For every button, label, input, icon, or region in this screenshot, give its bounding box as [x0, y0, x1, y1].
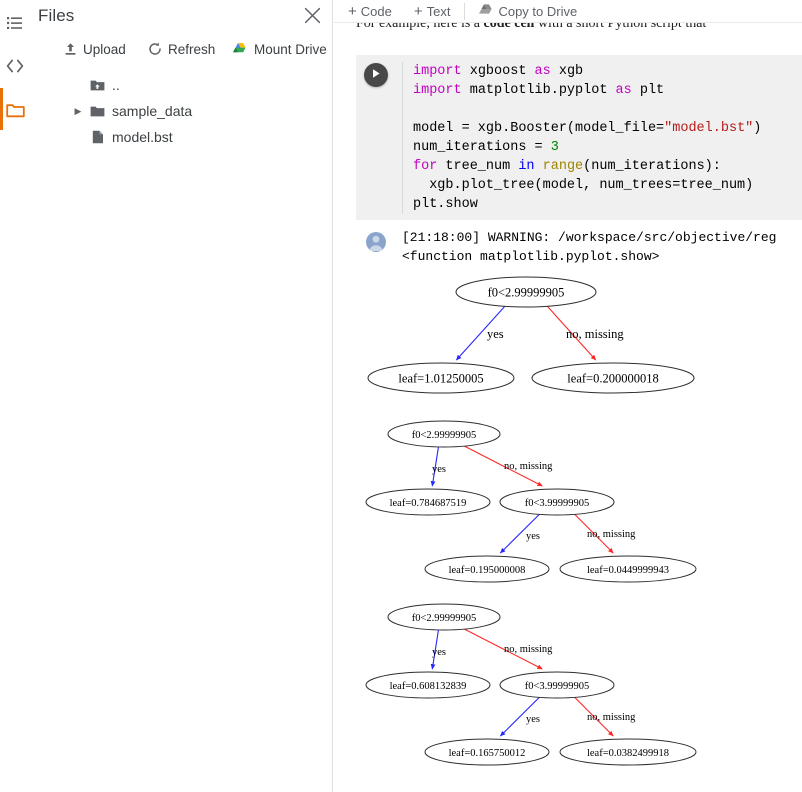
tree-edge-label: no, missing — [566, 327, 624, 341]
toolbar-divider — [464, 3, 465, 20]
tree-node-label: leaf=0.0382499918 — [587, 748, 669, 759]
files-panel-header: Files — [30, 0, 333, 42]
file-tree: .. ▶ sample_data model.bst — [30, 72, 333, 150]
rail-item-toc[interactable] — [0, 8, 30, 38]
add-code-cell-button[interactable]: + Code — [344, 1, 396, 21]
tree-edge-label: yes — [432, 647, 446, 658]
tree-node-label: f0<2.99999905 — [412, 613, 477, 624]
tree-leaf-node: leaf=0.0382499918 — [560, 739, 696, 765]
tree-node-label: f0<3.99999905 — [525, 681, 590, 692]
tree-leaf-node: leaf=0.200000018 — [532, 363, 694, 393]
add-text-cell-button[interactable]: + Text — [410, 1, 455, 21]
run-cell-button[interactable] — [364, 63, 388, 87]
tree-edge-label: yes — [526, 714, 540, 725]
close-icon — [304, 7, 321, 29]
close-files-panel-button[interactable] — [299, 5, 325, 31]
file-tree-row-model-bst[interactable]: model.bst — [30, 124, 333, 150]
notebook-pane: + Code + Text Copy to Drive — [334, 0, 802, 792]
mount-drive-button[interactable]: Mount Drive — [233, 38, 327, 62]
tree-edge-label: no, missing — [504, 644, 553, 655]
plus-icon: + — [414, 4, 423, 19]
upload-label: Upload — [83, 43, 126, 57]
xgboost-tree-1: yes no, missing yes no, missing f0<2.9999990… — [356, 415, 802, 590]
tree-edge-label: yes — [432, 464, 446, 475]
files-panel: Files Upload — [30, 0, 333, 792]
tree-split-node: f0<2.99999905 — [388, 421, 500, 447]
tree-node-label: f0<2.99999905 — [488, 286, 565, 300]
left-icon-rail — [0, 0, 30, 792]
colab-window: Files Upload — [0, 0, 802, 792]
folder-icon — [6, 102, 25, 118]
tree-split-node: f0<2.99999905 — [456, 277, 596, 307]
tree-split-node: f0<2.99999905 — [388, 604, 500, 630]
notebook-toolbar: + Code + Text Copy to Drive — [334, 0, 802, 23]
tree-leaf-node: leaf=0.784687519 — [366, 489, 490, 515]
tree-leaf-node: leaf=1.01250005 — [368, 363, 514, 393]
add-text-label: Text — [427, 4, 451, 19]
tree-edge-label: no, missing — [504, 461, 553, 472]
output-text: [21:18:00] WARNING: /workspace/src/objec… — [402, 228, 802, 266]
tree-node-label: leaf=0.784687519 — [390, 498, 467, 509]
code-editor[interactable]: import xgboost as xgb import matplotlib.… — [402, 62, 802, 214]
user-avatar-icon — [366, 232, 386, 252]
copy-to-drive-label: Copy to Drive — [498, 4, 577, 19]
file-tree-label: sample_data — [112, 103, 192, 119]
tree-node-label: leaf=0.0449999943 — [587, 565, 669, 576]
rail-item-snippets[interactable] — [0, 51, 30, 81]
markdown-text-content: For example, here is a code cell with a … — [356, 23, 802, 32]
code-cell: import xgboost as xgb import matplotlib.… — [356, 55, 802, 220]
tree-edge-label: yes — [526, 531, 540, 542]
tree-edge-label: no, missing — [587, 712, 636, 723]
tree-leaf-node: leaf=0.165750012 — [425, 739, 549, 765]
list-icon — [7, 15, 23, 31]
folder-icon — [90, 105, 105, 118]
folder-up-icon — [90, 79, 105, 92]
files-toolbar: Upload Refresh — [30, 38, 333, 66]
tree-split-node: f0<3.99999905 — [500, 489, 614, 515]
files-panel-title: Files — [38, 6, 74, 26]
tree-split-node: f0<3.99999905 — [500, 672, 614, 698]
refresh-label: Refresh — [168, 43, 215, 57]
xgboost-tree-0: yes no, missing f0<2.99999905 leaf=1.012500… — [356, 272, 802, 407]
tree-node-label: leaf=0.165750012 — [449, 748, 526, 759]
copy-to-drive-button[interactable]: Copy to Drive — [475, 1, 581, 21]
file-tree-label: .. — [112, 77, 120, 93]
mount-drive-label: Mount Drive — [254, 43, 327, 57]
rail-item-files[interactable] — [0, 95, 30, 125]
refresh-button[interactable]: Refresh — [148, 38, 215, 62]
xgboost-tree-2: yes no, missing yes no, missing f0<2.9999990… — [356, 597, 802, 777]
tree-node-label: leaf=0.200000018 — [567, 372, 658, 386]
file-tree-label: model.bst — [112, 129, 173, 145]
upload-icon — [64, 42, 77, 59]
code-brackets-icon — [6, 59, 24, 73]
file-tree-row-sample-data[interactable]: ▶ sample_data — [30, 98, 333, 124]
upload-button[interactable]: Upload — [64, 38, 126, 62]
tree-leaf-node: leaf=0.195000008 — [425, 556, 549, 582]
google-drive-icon — [233, 42, 248, 59]
add-code-label: Code — [361, 4, 392, 19]
tree-edge-label: yes — [487, 327, 504, 341]
refresh-icon — [148, 42, 162, 59]
tree-node-label: f0<3.99999905 — [525, 498, 590, 509]
tree-node-label: leaf=1.01250005 — [398, 372, 483, 386]
chevron-right-icon[interactable]: ▶ — [72, 106, 84, 117]
tree-edge-label: no, missing — [587, 529, 636, 540]
markdown-text-clipped: For example, here is a code cell with a … — [356, 23, 802, 35]
file-tree-row-parent[interactable]: .. — [30, 72, 333, 98]
google-drive-icon — [479, 3, 494, 20]
tree-leaf-node: leaf=0.0449999943 — [560, 556, 696, 582]
file-icon — [92, 130, 104, 144]
tree-leaf-node: leaf=0.608132839 — [366, 672, 490, 698]
plus-icon: + — [348, 4, 357, 19]
tree-node-label: leaf=0.195000008 — [449, 565, 526, 576]
tree-node-label: leaf=0.608132839 — [390, 681, 467, 692]
tree-node-label: f0<2.99999905 — [412, 430, 477, 441]
play-icon — [371, 66, 381, 84]
